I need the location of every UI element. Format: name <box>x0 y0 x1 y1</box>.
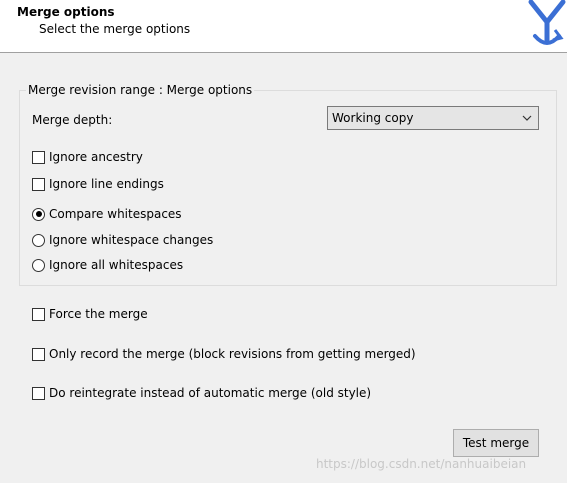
ignore-all-whitespaces-label: Ignore all whitespaces <box>49 258 184 272</box>
ignore-all-whitespaces-radio[interactable]: Ignore all whitespaces <box>32 257 183 273</box>
ignore-line-endings-label: Ignore line endings <box>49 177 164 191</box>
compare-whitespaces-label: Compare whitespaces <box>49 207 182 221</box>
checkbox-box[interactable] <box>32 307 45 321</box>
wizard-header: Merge options Select the merge options <box>0 0 567 53</box>
ignore-whitespace-changes-radio[interactable]: Ignore whitespace changes <box>32 232 213 248</box>
page-title: Merge options <box>17 5 115 19</box>
ignore-whitespace-changes-label: Ignore whitespace changes <box>49 233 214 247</box>
merge-depth-value: Working copy <box>332 111 414 125</box>
compare-whitespaces-radio[interactable]: Compare whitespaces <box>32 206 182 222</box>
checkbox-box[interactable] <box>32 177 45 191</box>
force-merge-checkbox[interactable]: Force the merge <box>32 306 148 322</box>
radio-button[interactable] <box>32 207 45 221</box>
checkbox-box[interactable] <box>32 150 45 164</box>
test-merge-label: Test merge <box>462 436 530 450</box>
record-only-label: Only record the merge (block revisions f… <box>49 347 416 361</box>
radio-button[interactable] <box>32 233 45 247</box>
radio-button[interactable] <box>32 258 45 272</box>
merge-depth-label: Merge depth: <box>32 113 113 127</box>
merge-depth-select[interactable]: Working copy <box>327 106 539 130</box>
checkbox-box[interactable] <box>32 347 45 361</box>
reintegrate-label: Do reintegrate instead of automatic merg… <box>49 386 372 400</box>
record-only-checkbox[interactable]: Only record the merge (block revisions f… <box>32 346 416 362</box>
reintegrate-checkbox[interactable]: Do reintegrate instead of automatic merg… <box>32 385 371 401</box>
ignore-ancestry-checkbox[interactable]: Ignore ancestry <box>32 149 143 165</box>
checkbox-box[interactable] <box>32 386 45 400</box>
ignore-ancestry-label: Ignore ancestry <box>49 150 143 164</box>
force-merge-label: Force the merge <box>49 307 148 321</box>
ignore-line-endings-checkbox[interactable]: Ignore line endings <box>32 176 164 192</box>
page-subtitle: Select the merge options <box>39 22 191 36</box>
chevron-down-icon <box>522 115 532 121</box>
test-merge-button[interactable]: Test merge <box>453 429 539 457</box>
group-title: Merge revision range : Merge options <box>26 83 255 97</box>
tortoisesvn-logo-icon <box>528 0 566 45</box>
watermark: https://blog.csdn.net/nanhuaibeian <box>316 457 527 471</box>
